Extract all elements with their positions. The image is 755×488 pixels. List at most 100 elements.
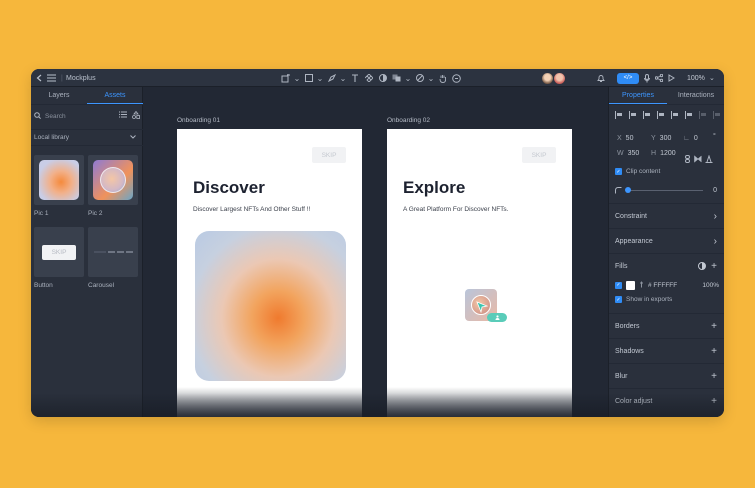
align-top-icon[interactable] bbox=[657, 111, 665, 119]
constraint-section[interactable]: Constraint › bbox=[609, 203, 724, 228]
boolean-icon[interactable] bbox=[391, 69, 402, 87]
contrast-icon[interactable] bbox=[377, 69, 388, 87]
radius-value: 0 bbox=[713, 186, 717, 194]
shapes-icon[interactable] bbox=[132, 110, 141, 121]
artboard-onboarding-01[interactable]: SKIP Discover Discover Largest NFTs And … bbox=[177, 129, 362, 417]
play-icon[interactable] bbox=[668, 74, 675, 82]
flip-vertical-icon[interactable] bbox=[705, 150, 713, 168]
frame-tool-icon[interactable] bbox=[280, 69, 291, 87]
artboard-label[interactable]: Onboarding 02 bbox=[387, 117, 430, 124]
chevron-down-icon[interactable]: ⌄ bbox=[294, 69, 301, 87]
distribute-horizontal-icon[interactable] bbox=[699, 111, 707, 119]
chevron-down-icon[interactable]: ⌄ bbox=[405, 69, 412, 87]
tab-interactions[interactable]: Interactions bbox=[667, 87, 724, 104]
search-icon bbox=[34, 111, 41, 121]
align-center-icon[interactable] bbox=[629, 111, 637, 119]
asset-button[interactable]: SKIP bbox=[34, 227, 84, 277]
library-label: Local library bbox=[34, 134, 70, 141]
asset-pic-2[interactable] bbox=[88, 155, 138, 205]
color-adjust-section[interactable]: Color adjust + bbox=[609, 388, 724, 413]
asset-label: Carousel bbox=[88, 282, 115, 289]
code-button[interactable]: </> bbox=[617, 72, 639, 84]
blur-section[interactable]: Blur + bbox=[609, 363, 724, 388]
left-panel: Layers Assets Search Local library Pic 1… bbox=[31, 87, 143, 417]
page-subtitle: A Great Platform For Discover NFTs. bbox=[403, 206, 509, 213]
eyedropper-icon[interactable] bbox=[639, 281, 644, 290]
text-tool-icon[interactable] bbox=[349, 69, 360, 87]
align-middle-icon[interactable] bbox=[671, 111, 679, 119]
back-button[interactable] bbox=[36, 69, 42, 87]
prototype-icon[interactable] bbox=[414, 69, 425, 87]
asset-pic-1[interactable] bbox=[34, 155, 84, 205]
fill-row[interactable]: ✓ # FFFFFF 100% bbox=[615, 280, 719, 290]
borders-section[interactable]: Borders + bbox=[609, 313, 724, 338]
radius-slider[interactable]: 0 bbox=[615, 186, 717, 194]
artboard-onboarding-02[interactable]: SKIP Explore A Great Platform For Discov… bbox=[387, 129, 572, 417]
chevron-down-icon[interactable]: ⌄ bbox=[428, 69, 435, 87]
fill-hex[interactable]: # FFFFFF bbox=[648, 282, 677, 289]
tab-layers[interactable]: Layers bbox=[31, 87, 87, 104]
menu-icon[interactable] bbox=[47, 69, 56, 87]
x-field[interactable]: X 50 bbox=[617, 135, 633, 142]
chevron-down-icon[interactable]: ⌄ bbox=[317, 69, 324, 87]
appearance-section[interactable]: Appearance › bbox=[609, 228, 724, 253]
tab-assets[interactable]: Assets bbox=[87, 87, 143, 104]
search-input[interactable]: Search bbox=[45, 113, 66, 120]
zoom-level[interactable]: 100% bbox=[687, 69, 705, 87]
skip-preview: SKIP bbox=[42, 244, 76, 260]
show-in-exports-checkbox[interactable]: ✓ Show in exports bbox=[615, 296, 672, 303]
plus-icon: + bbox=[711, 345, 717, 357]
pen-tool-icon[interactable] bbox=[326, 69, 337, 87]
hand-icon[interactable] bbox=[437, 69, 448, 87]
shadows-section[interactable]: Shadows + bbox=[609, 338, 724, 363]
avatar[interactable] bbox=[542, 72, 553, 84]
distribute-vertical-icon[interactable] bbox=[713, 111, 721, 119]
contrast-icon[interactable] bbox=[698, 262, 707, 270]
skip-button[interactable]: SKIP bbox=[312, 147, 346, 163]
avatar[interactable] bbox=[554, 72, 565, 84]
search-bar[interactable]: Search bbox=[34, 109, 141, 123]
canvas-fade bbox=[143, 387, 608, 417]
comment-icon[interactable] bbox=[451, 69, 462, 87]
link-icon[interactable] bbox=[684, 150, 691, 168]
asset-label: Pic 2 bbox=[88, 210, 103, 217]
chevron-down-icon[interactable]: ⌄ bbox=[709, 69, 715, 87]
right-panel: Properties Interactions X 50 Y 300 ∟ 0 ° W3… bbox=[608, 87, 724, 417]
clip-content-checkbox[interactable]: ✓ Clip content bbox=[615, 168, 660, 175]
bell-icon[interactable] bbox=[597, 69, 605, 87]
carousel-preview bbox=[93, 251, 133, 253]
gradient-image bbox=[93, 160, 133, 200]
plus-icon: + bbox=[711, 320, 717, 332]
flip-horizontal-icon[interactable] bbox=[694, 150, 702, 168]
height-field[interactable]: H 1200 bbox=[651, 150, 676, 157]
align-right-icon[interactable] bbox=[643, 111, 651, 119]
plus-icon[interactable]: + bbox=[711, 261, 717, 272]
align-left-icon[interactable] bbox=[615, 111, 623, 119]
app-window: | Mockplus ⌄ ⌄ ⌄ ⌄ ⌄ </> 100% ⌄ Layers A… bbox=[31, 69, 724, 417]
asset-label: Button bbox=[34, 282, 53, 289]
library-selector[interactable]: Local library bbox=[31, 129, 143, 146]
width-field[interactable]: W 350 bbox=[617, 150, 639, 157]
chevron-down-icon[interactable]: ⌄ bbox=[340, 69, 347, 87]
tab-properties[interactable]: Properties bbox=[609, 87, 667, 104]
rectangle-tool-icon[interactable] bbox=[303, 69, 314, 87]
asset-carousel[interactable] bbox=[88, 227, 138, 277]
component-icon[interactable] bbox=[363, 69, 374, 87]
skip-button[interactable]: SKIP bbox=[522, 147, 556, 163]
microphone-icon[interactable] bbox=[644, 73, 650, 83]
y-field[interactable]: Y 300 bbox=[651, 135, 671, 142]
rotation-field[interactable]: ∟ 0 bbox=[683, 135, 698, 142]
artboard-label[interactable]: Onboarding 01 bbox=[177, 117, 220, 124]
fill-swatch[interactable] bbox=[626, 280, 635, 290]
divider: | bbox=[61, 74, 63, 82]
share-icon[interactable] bbox=[655, 74, 663, 82]
list-view-icon[interactable] bbox=[119, 111, 127, 121]
fills-section[interactable]: Fills + bbox=[609, 253, 724, 278]
page-title: Explore bbox=[403, 178, 466, 197]
gradient-image bbox=[39, 160, 79, 200]
asset-label: Pic 1 bbox=[34, 210, 49, 217]
app-name: Mockplus bbox=[66, 74, 96, 82]
canvas[interactable]: Onboarding 01 SKIP Discover Discover Lar… bbox=[143, 87, 608, 417]
align-bottom-icon[interactable] bbox=[685, 111, 693, 119]
fill-opacity[interactable]: 100% bbox=[702, 282, 719, 289]
